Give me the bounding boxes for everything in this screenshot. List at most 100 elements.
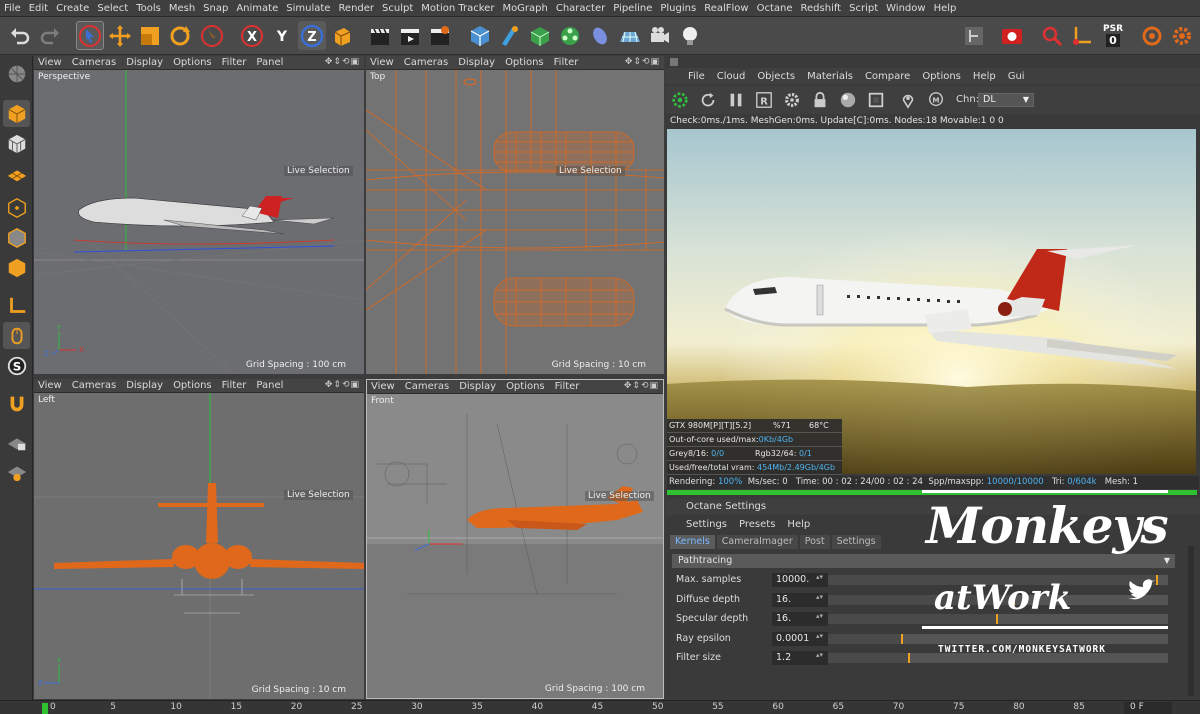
- octane-menu-objects[interactable]: Objects: [757, 71, 795, 82]
- subdivision-surface-button[interactable]: [526, 21, 554, 50]
- timeline-ruler[interactable]: 051015202530354045505560657075808590 0 F: [0, 700, 1200, 714]
- menu-select[interactable]: Select: [97, 3, 128, 14]
- viewport-menu-panel[interactable]: Panel: [256, 57, 283, 68]
- workplane-button[interactable]: [960, 21, 988, 50]
- viewport-nav-icons[interactable]: ✥⇕⟲▣: [325, 380, 360, 390]
- menu-render[interactable]: Render: [338, 3, 374, 14]
- menu-help[interactable]: Help: [934, 3, 957, 14]
- menu-octane[interactable]: Octane: [757, 3, 793, 14]
- timeline-playhead[interactable]: [42, 703, 48, 714]
- coordinate-system-button[interactable]: [328, 21, 356, 50]
- viewport-nav-icons[interactable]: ✥⇕⟲▣: [624, 381, 659, 391]
- current-frame-field[interactable]: 0 F: [1124, 702, 1172, 714]
- viewport-menu-display[interactable]: Display: [459, 381, 496, 392]
- octane-menu-help[interactable]: Help: [973, 71, 996, 82]
- menu-mograph[interactable]: MoGraph: [502, 3, 547, 14]
- menu-tools[interactable]: Tools: [136, 3, 161, 14]
- viewport-menu-options[interactable]: Options: [173, 380, 212, 391]
- layout-button[interactable]: [1168, 21, 1196, 50]
- menu-create[interactable]: Create: [56, 3, 89, 14]
- octane-region-button[interactable]: R: [754, 90, 774, 110]
- menu-plugins[interactable]: Plugins: [660, 3, 696, 14]
- viewport-nav-icons[interactable]: ✥⇕⟲▣: [325, 57, 360, 67]
- viewport-menu-cameras[interactable]: Cameras: [405, 381, 449, 392]
- snap-button[interactable]: [1038, 21, 1066, 50]
- octane-pause-button[interactable]: [726, 90, 746, 110]
- octane-clay-button[interactable]: [866, 90, 886, 110]
- menu-simulate[interactable]: Simulate: [286, 3, 330, 14]
- settings-menu-help[interactable]: Help: [787, 519, 810, 530]
- viewport-top[interactable]: View Cameras Display Options Filter ✥⇕⟲▣…: [366, 56, 664, 374]
- octane-menu-file[interactable]: File: [688, 71, 705, 82]
- plugin-button[interactable]: [1138, 21, 1166, 50]
- settings-menu-presets[interactable]: Presets: [739, 519, 775, 530]
- viewport-perspective[interactable]: View Cameras Display Options Filter Pane…: [34, 56, 364, 374]
- param-slider[interactable]: [828, 633, 1168, 644]
- viewport-menu-options[interactable]: Options: [505, 57, 544, 68]
- viewport-menu-panel[interactable]: Panel: [256, 380, 283, 391]
- viewport-menu-cameras[interactable]: Cameras: [72, 380, 116, 391]
- recent-tool-button[interactable]: [198, 21, 226, 50]
- viewport-left[interactable]: View Cameras Display Options Filter Pane…: [34, 379, 364, 699]
- tab-settings[interactable]: Settings: [831, 535, 881, 549]
- axis-snap-button[interactable]: [1068, 21, 1096, 50]
- menu-pipeline[interactable]: Pipeline: [613, 3, 652, 14]
- viewport-front[interactable]: View Cameras Display Options Filter ✥⇕⟲▣…: [366, 379, 664, 699]
- tab-cameraimager[interactable]: CameraImager: [716, 535, 798, 549]
- floor-object-button[interactable]: [616, 21, 644, 50]
- octane-restart-button[interactable]: [698, 90, 718, 110]
- octane-menu-options[interactable]: Options: [922, 71, 961, 82]
- octane-live-viewer-button[interactable]: [998, 21, 1026, 50]
- viewport-menu-cameras[interactable]: Cameras: [404, 57, 448, 68]
- spinner-icon[interactable]: ▴▾: [816, 651, 823, 659]
- model-mode-button[interactable]: [3, 100, 30, 127]
- octane-pick-material-button[interactable]: M: [926, 90, 946, 110]
- z-axis-lock-button[interactable]: Z: [298, 21, 326, 50]
- viewport-menu-filter[interactable]: Filter: [222, 57, 247, 68]
- menu-edit[interactable]: Edit: [29, 3, 48, 14]
- viewport-menu-options[interactable]: Options: [506, 381, 545, 392]
- spinner-icon[interactable]: ▴▾: [816, 593, 823, 601]
- octane-menu-cloud[interactable]: Cloud: [717, 71, 746, 82]
- edges-mode-button[interactable]: [3, 224, 30, 251]
- polygons-mode-button[interactable]: [3, 254, 30, 281]
- octane-menu-compare[interactable]: Compare: [865, 71, 910, 82]
- axis-mode-button[interactable]: [3, 292, 30, 319]
- settings-menu-settings[interactable]: Settings: [686, 519, 727, 530]
- make-editable-button[interactable]: [3, 60, 30, 87]
- param-slider[interactable]: [828, 575, 1168, 585]
- menu-redshift[interactable]: Redshift: [801, 3, 842, 14]
- undo-button[interactable]: [6, 21, 34, 50]
- texture-mode-button[interactable]: [3, 130, 30, 157]
- menu-mesh[interactable]: Mesh: [169, 3, 195, 14]
- camera-object-button[interactable]: [646, 21, 674, 50]
- menu-window[interactable]: Window: [886, 3, 925, 14]
- points-mode-button[interactable]: [3, 194, 30, 221]
- locked-workplane-button[interactable]: [3, 428, 30, 455]
- solo-button[interactable]: S: [3, 352, 30, 379]
- move-tool-button[interactable]: [106, 21, 134, 50]
- octane-send-scene-button[interactable]: [670, 90, 690, 110]
- y-axis-lock-button[interactable]: Y: [268, 21, 296, 50]
- octane-pick-focus-button[interactable]: [898, 90, 918, 110]
- spinner-icon[interactable]: ▴▾: [816, 632, 823, 640]
- viewport-menu-filter[interactable]: Filter: [555, 381, 580, 392]
- channel-select[interactable]: DL ▼: [978, 93, 1034, 107]
- workplane-mode-button[interactable]: [3, 160, 30, 187]
- psr-indicator[interactable]: PSR 0: [1096, 21, 1130, 50]
- settings-scrollbar[interactable]: [1188, 546, 1194, 696]
- param-slider[interactable]: [828, 614, 1168, 624]
- render-settings-button[interactable]: [426, 21, 454, 50]
- menu-file[interactable]: File: [4, 3, 21, 14]
- param-slider[interactable]: [828, 594, 1168, 605]
- menu-script[interactable]: Script: [849, 3, 878, 14]
- menu-animate[interactable]: Animate: [236, 3, 278, 14]
- viewport-menu-view[interactable]: View: [370, 57, 394, 68]
- octane-menu-materials[interactable]: Materials: [807, 71, 853, 82]
- render-view-button[interactable]: [366, 21, 394, 50]
- x-axis-lock-button[interactable]: X: [238, 21, 266, 50]
- octane-lock-button[interactable]: [810, 90, 830, 110]
- planar-workplane-button[interactable]: [3, 458, 30, 485]
- menu-motion-tracker[interactable]: Motion Tracker: [421, 3, 494, 14]
- tab-kernels[interactable]: Kernels: [670, 535, 715, 549]
